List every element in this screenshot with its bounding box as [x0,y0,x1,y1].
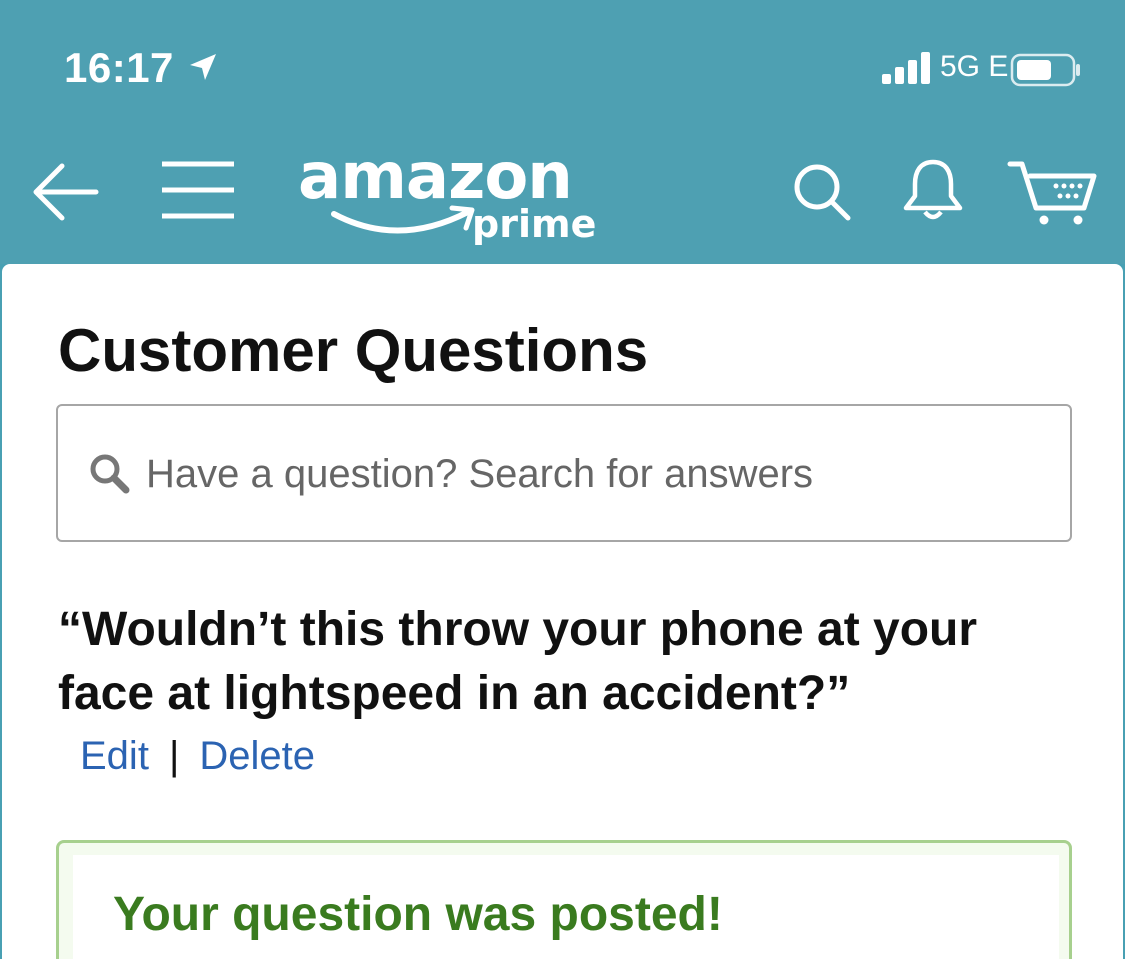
action-separator: | [168,734,180,778]
back-arrow-icon[interactable] [30,160,102,224]
hamburger-menu-icon[interactable] [160,158,236,222]
network-type: 5G E [940,50,1009,83]
logo-sub: prime [472,202,597,246]
smile-arrow-icon [331,205,475,234]
success-message: Your question was posted! [113,888,723,941]
page-title: Customer Questions [58,317,649,384]
content-card: Customer Questions “Wouldn’t this throw … [2,264,1123,959]
search-icon [90,454,130,494]
edit-link[interactable]: Edit [80,734,149,778]
status-bar: 16:17 5G E [0,0,1125,130]
question-text: “Wouldn’t this throw your phone at your … [58,603,978,720]
success-alert-body: Your question was posted! [73,855,1059,959]
battery-icon [1010,53,1080,87]
bell-icon[interactable] [900,156,966,222]
success-alert: Your question was posted! [56,840,1072,959]
nav-bar: amazon prime [0,130,1125,264]
location-arrow-icon [190,54,216,80]
status-time: 16:17 [64,44,174,91]
signal-strength-icon [882,52,930,84]
question-search-box[interactable] [56,404,1072,542]
question-search-input[interactable] [146,442,1046,506]
search-icon[interactable] [790,160,852,222]
question-actions: Edit | Delete [80,734,315,779]
delete-link[interactable]: Delete [199,734,315,778]
cart-icon[interactable] [1006,156,1098,226]
amazon-prime-logo[interactable]: amazon prime [298,140,598,256]
